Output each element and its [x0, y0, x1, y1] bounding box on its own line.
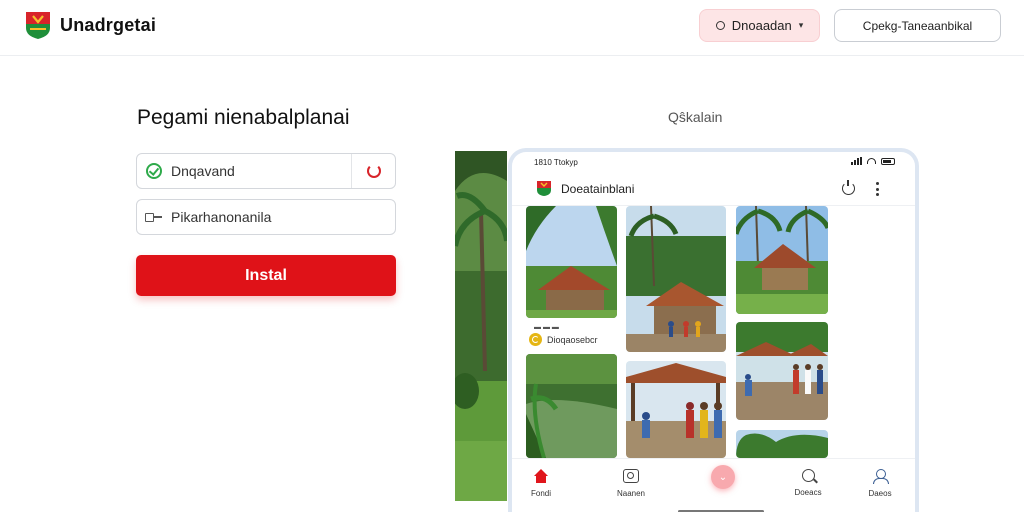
name-field[interactable]: Dnqavand	[136, 153, 396, 189]
check-circle-icon	[146, 163, 162, 179]
logo-shield-icon	[26, 12, 50, 39]
photo-tile-hut[interactable]	[736, 206, 828, 314]
chevron-down-icon: ▾	[798, 20, 804, 30]
badge-icon	[529, 333, 542, 346]
camera-icon	[623, 469, 639, 483]
home-icon	[533, 469, 549, 483]
app-header: Unadrgetai Dnoaadan ▾ Cpekg‑Taneaanbikal	[0, 0, 1024, 56]
refresh-button[interactable]	[351, 154, 395, 188]
wifi-icon	[867, 158, 876, 164]
nav-label-profile: Daeos	[868, 489, 892, 498]
photo-tile-forest[interactable]	[736, 430, 828, 458]
status-time: 1810 Ttokyp	[534, 158, 578, 167]
photo-tile-house[interactable]	[526, 206, 617, 318]
name-field-value: Dnqavand	[171, 163, 235, 179]
secondary-button[interactable]: Cpekg‑Taneaanbikal	[834, 9, 1001, 42]
photo-tile-gathering[interactable]	[736, 322, 828, 420]
photo-tile-pavilion[interactable]	[626, 206, 726, 352]
battery-icon	[881, 157, 895, 165]
nav-label-camera: Naanen	[616, 489, 646, 498]
photo-caption-text: Dioqaosebcr	[547, 334, 598, 345]
app-title: Doeatainblani	[561, 182, 635, 196]
nav-item-camera[interactable]: Naanen	[601, 469, 661, 498]
nav-item-profile[interactable]: Daeos	[850, 469, 910, 498]
phone-preview: 1810 Ttokyp Doeatainblani ▬ ▬ ▬ Dioqaose…	[508, 148, 919, 512]
install-button[interactable]: Instal	[136, 255, 396, 296]
action-button[interactable]: ⌄	[711, 465, 735, 489]
brand[interactable]: Unadrgetai	[24, 10, 156, 40]
user-icon	[873, 469, 889, 484]
app-logo-icon	[537, 181, 551, 196]
nav-item-home[interactable]: Fondi	[512, 469, 571, 498]
search-icon	[801, 469, 815, 482]
page-title: Pegami nienabalplanai	[137, 106, 350, 129]
download-icon	[715, 21, 725, 30]
key-icon	[145, 212, 163, 222]
nav-item-search[interactable]: Doeacs	[778, 469, 838, 497]
more-vertical-icon[interactable]	[875, 182, 879, 196]
bottom-nav: Fondi Naanen ⌄ Doeacs Daeos	[512, 458, 915, 512]
photo-tile-market[interactable]	[626, 361, 726, 458]
app-bar: Doeatainblani	[512, 174, 915, 206]
chevron-down-icon: ⌄	[718, 471, 728, 483]
refresh-icon	[366, 164, 381, 178]
nav-label-search: Doeacs	[794, 488, 822, 497]
status-bar: 1810 Ttokyp	[512, 152, 915, 172]
photo-tile-pond[interactable]	[526, 354, 617, 458]
signal-icon	[851, 157, 862, 165]
password-field-value: Pikarhanonanila	[171, 209, 272, 225]
nav-label-home: Fondi	[530, 489, 551, 498]
download-button[interactable]: Dnoaadan ▾	[699, 9, 820, 42]
photo-tag: ▬ ▬ ▬	[534, 324, 559, 331]
brand-name: Unadrgetai	[60, 14, 157, 35]
power-icon[interactable]	[842, 180, 855, 195]
background-photo-left	[455, 151, 507, 501]
photo-caption: Dioqaosebcr	[529, 333, 598, 346]
download-label: Dnoaadan	[731, 18, 792, 33]
search-link[interactable]: Qŝkalain	[668, 109, 722, 125]
password-field[interactable]: Pikarhanonanila	[136, 199, 396, 235]
